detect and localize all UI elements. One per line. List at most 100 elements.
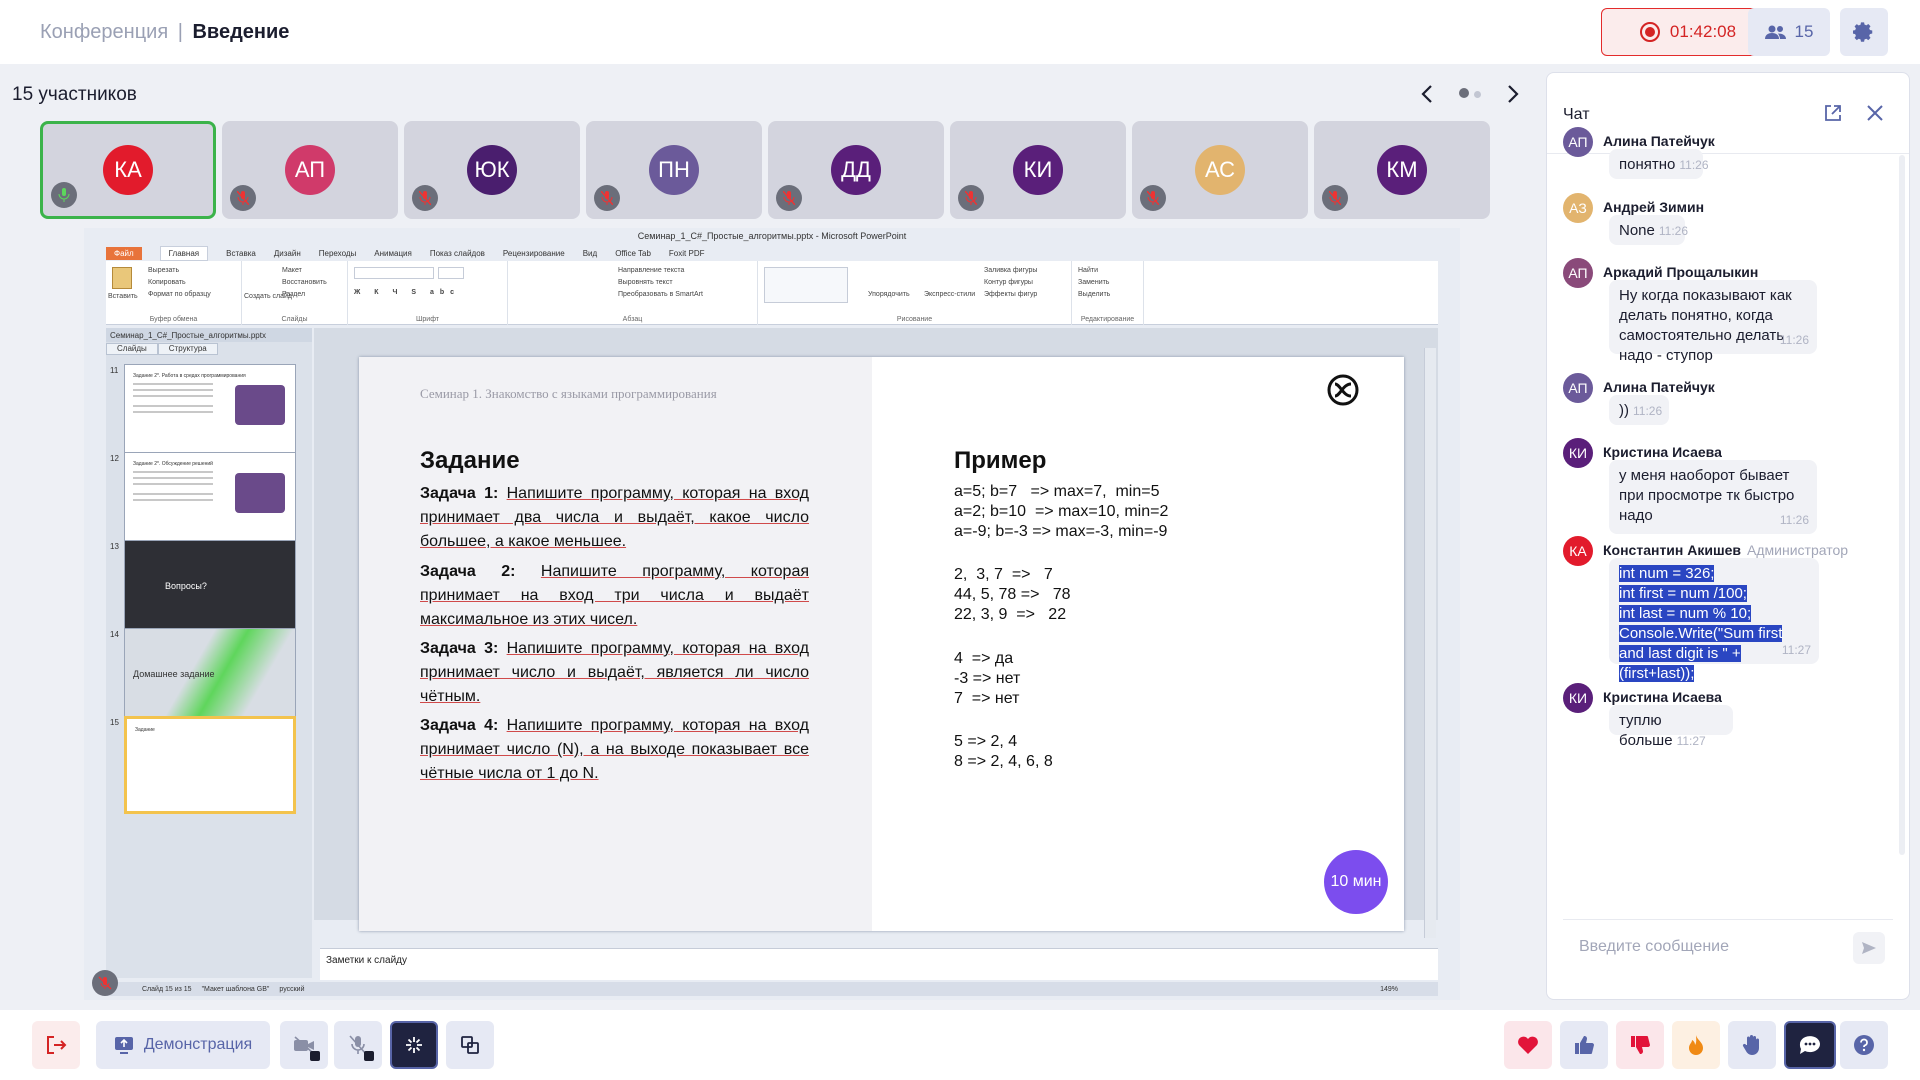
avatar: АП	[1563, 373, 1593, 403]
raise-hand-button[interactable]	[1728, 1021, 1776, 1069]
document-tab[interactable]: Семинар_1_C#_Простые_алгоритмы.pptx	[106, 328, 312, 342]
thumbnail-text-line	[133, 383, 213, 385]
chat-toggle-button[interactable]	[1784, 1021, 1836, 1069]
slide-thumbnail[interactable]: Задание 2*. Обсуждение решений	[124, 452, 296, 550]
smartart-button[interactable]: Преобразовать в SmartArt	[618, 289, 703, 300]
chevron-left-icon[interactable]	[1420, 84, 1434, 104]
font-style-buttons[interactable]: Ж К Ч S abc	[354, 287, 460, 298]
thumbnail-title: Домашнее задание	[133, 669, 215, 679]
camera-button[interactable]	[280, 1021, 328, 1069]
font-size-select[interactable]	[438, 267, 464, 279]
chat-panel: Чат АП Алина Патейчук понятно 11:26 АЗ Андрей…	[1546, 72, 1910, 1000]
section-button[interactable]: Раздел	[282, 289, 305, 300]
replace-button[interactable]: Заменить	[1078, 277, 1109, 288]
participant-tile[interactable]: КМ	[1314, 121, 1490, 219]
slide-thumbnail[interactable]: Вопросы?	[124, 540, 296, 638]
chat-scrollbar[interactable]	[1899, 155, 1905, 855]
ribbon-tab[interactable]: Файл	[106, 246, 142, 260]
thumbnail-text-line	[133, 499, 213, 501]
ribbon-tab[interactable]: Office Tab	[615, 249, 651, 258]
layout-button[interactable]: Макет	[282, 265, 302, 276]
chevron-right-icon[interactable]	[1506, 84, 1520, 104]
ribbon-tab[interactable]: Переходы	[319, 249, 357, 258]
example-block: a=5; b=7 => max=7, min=5 a=2; b=10 => ma…	[954, 483, 1169, 540]
leave-button[interactable]	[32, 1021, 80, 1069]
shape-fill-button[interactable]: Заливка фигуры	[984, 265, 1037, 276]
select-button[interactable]: Выделить	[1078, 289, 1110, 300]
external-link-icon[interactable]	[1823, 103, 1843, 123]
message-bubble[interactable]: Ну когда показывают как делать понятно, …	[1609, 280, 1817, 364]
message-author: Константин Акишев Администратор	[1603, 542, 1848, 558]
avatar: КМ	[1377, 145, 1427, 195]
tab-outline[interactable]: Структура	[157, 343, 218, 355]
participant-tile[interactable]: АС	[1132, 121, 1308, 219]
shape-effects-button[interactable]: Эффекты фигур	[984, 289, 1037, 300]
ribbon-tab[interactable]: Вид	[583, 249, 597, 258]
message-input[interactable]	[1579, 932, 1839, 962]
ribbon-tab[interactable]: Вставка	[226, 249, 256, 258]
font-name-select[interactable]	[354, 267, 434, 279]
participant-tile[interactable]: ЮК	[404, 121, 580, 219]
avatar: ЮК	[467, 145, 517, 195]
send-button[interactable]	[1853, 932, 1885, 964]
ribbon-tab[interactable]: Анимация	[374, 249, 412, 258]
shapes-gallery[interactable]	[764, 267, 848, 303]
participant-tile[interactable]: КИ	[950, 121, 1126, 219]
ribbon-tab[interactable]: Рецензирование	[503, 249, 565, 258]
message-time: 11:27	[1676, 734, 1706, 748]
participants-count: 15	[1794, 22, 1814, 41]
ribbon-tab[interactable]: Главная	[159, 245, 209, 261]
participant-tile[interactable]: ПН	[586, 121, 762, 219]
ribbon-tab[interactable]: Дизайн	[274, 249, 301, 258]
layout-switch-button[interactable]	[446, 1021, 494, 1069]
align-text-button[interactable]: Выровнять текст	[618, 277, 673, 288]
microphone-button[interactable]	[334, 1021, 382, 1069]
message-author: Кристина Исаева	[1603, 444, 1722, 460]
participant-tile[interactable]: КА	[40, 121, 216, 219]
text-direction-button[interactable]: Направление текста	[618, 265, 684, 276]
slide-thumbnail[interactable]: Задание 2*. Работа в средах программиров…	[124, 364, 296, 462]
reaction-heart-button[interactable]	[1504, 1021, 1552, 1069]
message-bubble[interactable]: )) 11:26	[1609, 395, 1669, 425]
breadcrumb-separator: |	[177, 21, 183, 43]
avatar: АП	[1563, 127, 1593, 157]
slide-left-panel: Семинар 1. Знакомство с языками программ…	[359, 357, 872, 931]
participants-button[interactable]: 15	[1748, 8, 1830, 56]
slide-scrollbar[interactable]	[1424, 348, 1436, 938]
demonstration-button[interactable]: Демонстрация	[96, 1021, 270, 1069]
tab-slides[interactable]: Слайды	[106, 343, 158, 355]
ribbon-tab[interactable]: Показ слайдов	[430, 249, 485, 258]
reaction-like-button[interactable]	[1560, 1021, 1608, 1069]
cut-button[interactable]: Вырезать	[148, 265, 179, 276]
message-bubble[interactable]: туплю больше 11:27	[1609, 705, 1733, 749]
slide-notes[interactable]: Заметки к слайду	[320, 948, 1438, 980]
help-button[interactable]	[1840, 1021, 1888, 1069]
mic-off-icon	[1322, 185, 1348, 211]
settings-button[interactable]	[1840, 8, 1888, 56]
participant-tile[interactable]: АП	[222, 121, 398, 219]
message-bubble[interactable]: None 11:26	[1609, 215, 1688, 245]
reaction-fire-button[interactable]	[1672, 1021, 1720, 1069]
slides-label: Слайды	[281, 316, 308, 323]
shape-outline-button[interactable]: Контур фигуры	[984, 277, 1033, 288]
ribbon-tab[interactable]: Foxit PDF	[669, 249, 705, 258]
format-painter-button[interactable]: Формат по образцу	[148, 289, 211, 300]
slide-thumbnail[interactable]: Домашнее задание	[124, 628, 296, 726]
arrange-button[interactable]: Упорядочить	[868, 289, 910, 300]
close-icon[interactable]	[1865, 103, 1885, 123]
reset-button[interactable]: Восстановить	[282, 277, 327, 288]
message-bubble[interactable]: int num = 326; int first = num /100; int l…	[1609, 558, 1819, 682]
exit-icon	[47, 1036, 67, 1054]
breadcrumb-parent[interactable]: Конференция	[40, 21, 168, 43]
slide-thumbnail[interactable]: Задание	[124, 716, 296, 814]
find-button[interactable]: Найти	[1078, 265, 1098, 276]
message-bubble[interactable]: у меня наоборот бывает при просмотре тк …	[1609, 460, 1817, 534]
message-bubble[interactable]: понятно 11:26	[1609, 149, 1709, 179]
participant-tile[interactable]: ДД	[768, 121, 944, 219]
effects-button[interactable]	[390, 1021, 438, 1069]
copy-button[interactable]: Копировать	[148, 277, 186, 288]
reaction-dislike-button[interactable]	[1616, 1021, 1664, 1069]
quick-styles-button[interactable]: Экспресс-стили	[924, 289, 975, 300]
paste-button[interactable]: Вставить	[108, 291, 138, 302]
chat-title: Чат	[1563, 106, 1590, 123]
